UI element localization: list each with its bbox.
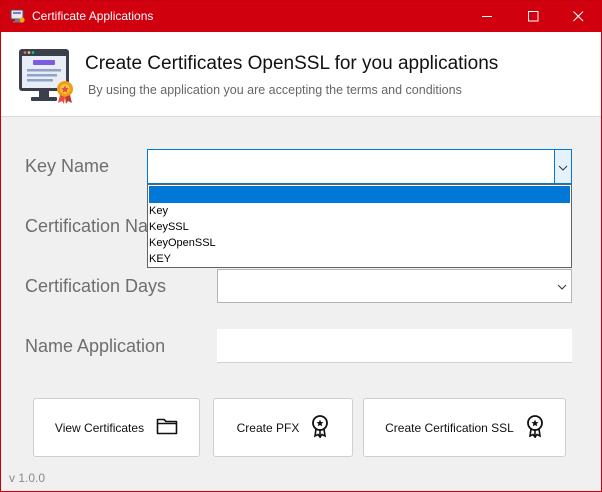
- certification-name-label: Certification Name: [25, 216, 153, 236]
- key-name-dropdown-button[interactable]: [554, 150, 571, 183]
- view-certificates-button[interactable]: View Certificates: [33, 398, 200, 457]
- app-icon: [9, 8, 26, 25]
- create-certification-ssl-button[interactable]: Create Certification SSL: [363, 398, 566, 457]
- window-title: Certificate Applications: [32, 9, 154, 23]
- header-subtitle: By using the application you are accepti…: [88, 83, 462, 97]
- key-name-dropdown-list[interactable]: Key KeySSL KeyOpenSSL KEY: [147, 184, 572, 268]
- chevron-down-icon: [558, 158, 568, 176]
- dropdown-option[interactable]: KEY: [148, 251, 571, 267]
- award-ribbon-icon: [311, 414, 329, 441]
- award-ribbon-icon: [526, 414, 544, 441]
- header-banner: Create Certificates OpenSSL for you appl…: [1, 32, 601, 117]
- create-certification-ssl-label: Create Certification SSL: [385, 420, 514, 435]
- folder-icon: [156, 417, 178, 438]
- create-pfx-label: Create PFX: [236, 420, 300, 435]
- certification-days-label: Certification Days: [25, 276, 167, 296]
- version-label: v 1.0.0: [9, 471, 46, 485]
- chevron-down-icon: [557, 277, 567, 295]
- certification-days-dropdown-button[interactable]: [556, 280, 568, 292]
- minimize-button[interactable]: [464, 1, 510, 32]
- dropdown-option[interactable]: KeySSL: [148, 219, 571, 235]
- key-name-combobox[interactable]: [147, 149, 572, 184]
- app-window: Certificate Applications Create Certific…: [0, 0, 602, 492]
- computer-certificate-icon: [15, 47, 77, 107]
- key-name-label: Key Name: [25, 156, 110, 176]
- header-title: Create Certificates OpenSSL for you appl…: [85, 53, 499, 74]
- dropdown-option[interactable]: Key: [148, 203, 571, 219]
- dropdown-option[interactable]: [149, 186, 570, 203]
- name-application-label: Name Application: [25, 336, 166, 356]
- certification-days-combobox[interactable]: [217, 269, 572, 303]
- name-application-input[interactable]: [217, 329, 572, 363]
- close-button[interactable]: [555, 1, 601, 32]
- create-pfx-button[interactable]: Create PFX: [213, 398, 353, 457]
- title-bar[interactable]: Certificate Applications: [1, 1, 601, 32]
- maximize-button[interactable]: [510, 1, 556, 32]
- view-certificates-label: View Certificates: [54, 420, 145, 435]
- dropdown-option[interactable]: KeyOpenSSL: [148, 235, 571, 251]
